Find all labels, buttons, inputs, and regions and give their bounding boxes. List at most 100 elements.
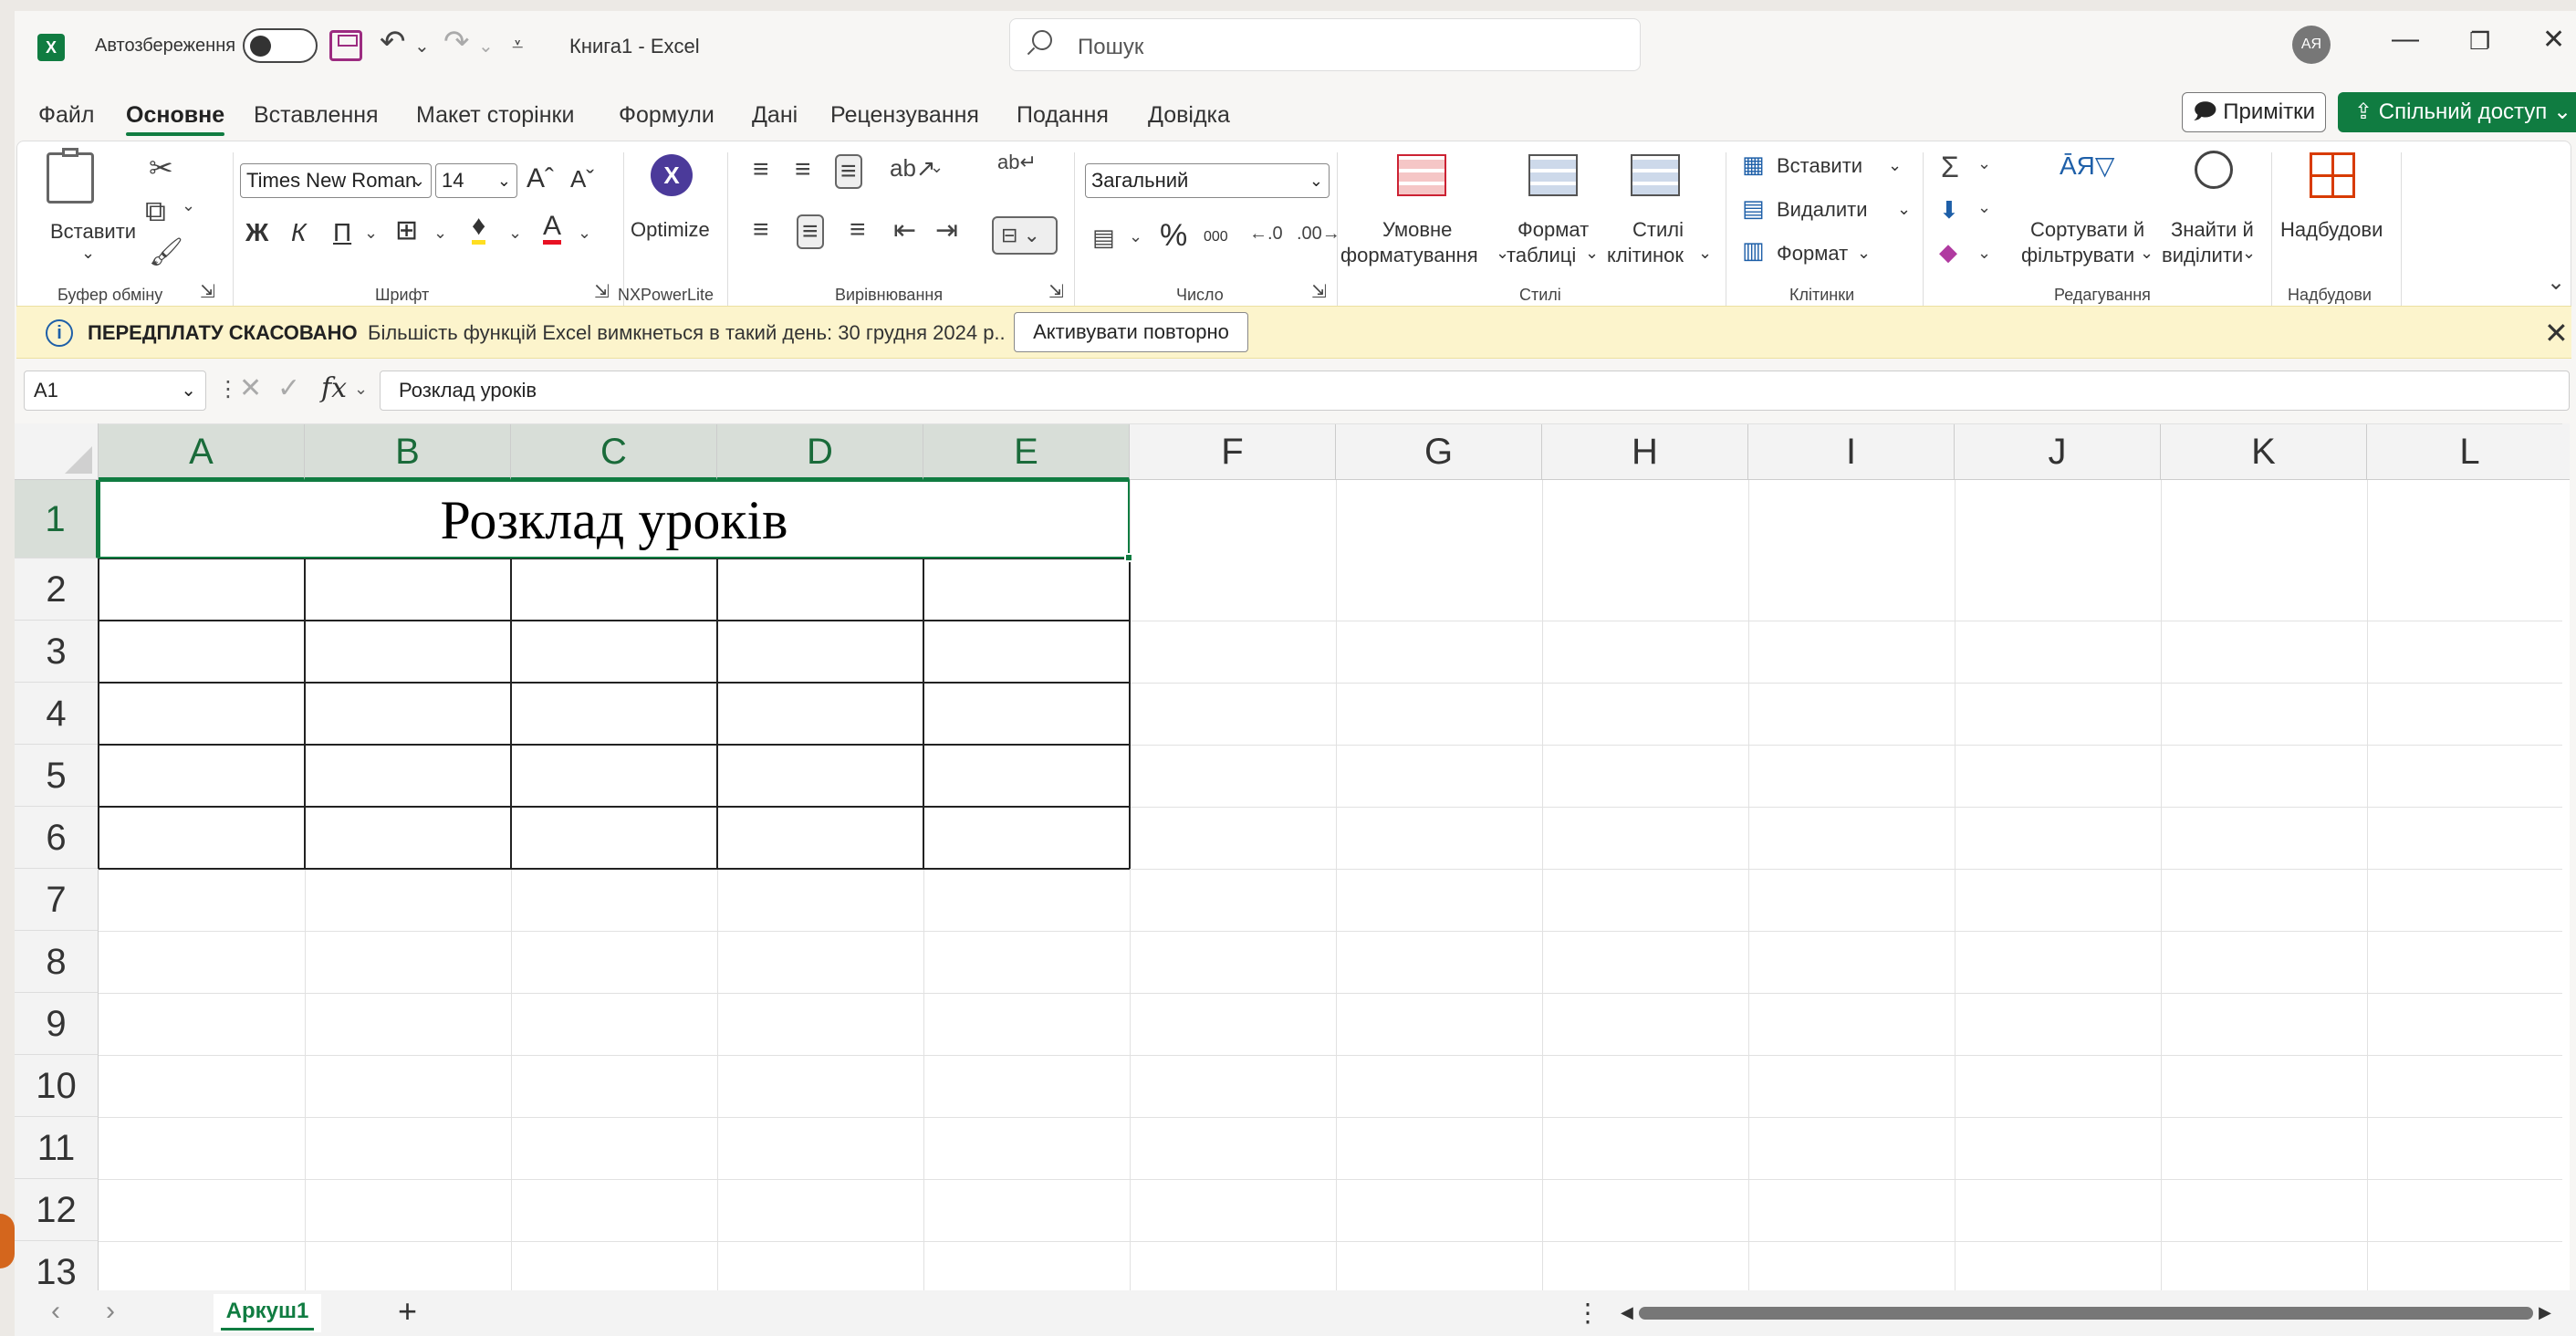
chevron-down-icon[interactable]: ⌄ xyxy=(1698,244,1712,263)
name-box[interactable]: A1 ⌄ xyxy=(24,371,206,411)
sort-filter-label-2[interactable]: фільтрувати xyxy=(2021,244,2134,267)
bold-button[interactable]: Ж xyxy=(245,218,268,247)
clear-icon[interactable]: ◆ xyxy=(1939,238,1957,266)
tab-insert[interactable]: Вставлення xyxy=(254,102,379,129)
format-cells-label[interactable]: Формат xyxy=(1777,242,1848,266)
font-launcher-icon[interactable]: ⇲ xyxy=(594,280,610,303)
cell-styles-label-1[interactable]: Стилі xyxy=(1632,218,1684,242)
column-header-k[interactable]: K xyxy=(2161,423,2367,480)
find-select-icon[interactable] xyxy=(2195,151,2233,189)
worksheet-grid[interactable]: ABCDEFGHIJKL 1 2 3 4 5 6 7 8 9 10 11 12 13 Розклад у… xyxy=(15,423,2570,1290)
borders-dropdown-icon[interactable]: ⌄ xyxy=(433,224,447,243)
tab-page-layout[interactable]: Макет сторінки xyxy=(416,102,574,129)
copy-dropdown-icon[interactable]: ⌄ xyxy=(182,196,195,215)
share-button[interactable]: ⇪ Спільний доступ ⌄ xyxy=(2338,92,2576,132)
format-as-table-label-1[interactable]: Формат xyxy=(1517,218,1589,242)
conditional-formatting-label-2[interactable]: форматування xyxy=(1340,244,1478,267)
column-header-g[interactable]: G xyxy=(1336,423,1542,480)
cancel-icon[interactable]: ✕ xyxy=(239,372,262,404)
fill-dropdown-icon[interactable]: ⌄ xyxy=(1977,198,1991,217)
chevron-down-icon[interactable]: ⌄ xyxy=(1857,244,1871,263)
undo-dropdown-icon[interactable]: ⌄ xyxy=(414,35,430,57)
merged-cell-a1-e1[interactable]: Розклад уроків xyxy=(99,480,1133,562)
clipboard-launcher-icon[interactable]: ⇲ xyxy=(200,280,215,303)
enter-icon[interactable]: ✓ xyxy=(277,372,300,404)
decrease-decimal-icon[interactable]: .00→ xyxy=(1297,224,1340,245)
fx-dropdown-icon[interactable]: ⌄ xyxy=(354,380,368,399)
accounting-format-icon[interactable]: ▤ xyxy=(1092,224,1115,252)
chevron-down-icon[interactable]: ⌄ xyxy=(1888,156,1902,175)
column-header-h[interactable]: H xyxy=(1542,423,1748,480)
row-header-11[interactable]: 11 xyxy=(15,1117,99,1179)
fill-handle[interactable] xyxy=(1124,553,1133,562)
tab-help[interactable]: Довідка xyxy=(1148,102,1230,129)
tab-home[interactable]: Основне xyxy=(126,102,225,136)
decrease-indent-icon[interactable]: ⇤ xyxy=(893,214,916,246)
conditional-formatting-icon[interactable] xyxy=(1397,154,1446,196)
column-header-j[interactable]: J xyxy=(1955,423,2161,480)
row-header-1[interactable]: 1 xyxy=(15,480,99,558)
restore-icon[interactable]: ❐ xyxy=(2469,27,2490,56)
italic-button[interactable]: К xyxy=(291,218,307,247)
underline-dropdown-icon[interactable]: ⌄ xyxy=(364,224,378,243)
chevron-down-icon[interactable]: ⌄ xyxy=(2140,244,2154,263)
paste-label[interactable]: Вставити xyxy=(50,220,136,244)
increase-indent-icon[interactable]: ⇥ xyxy=(935,214,958,246)
fill-color-icon[interactable]: ♦ xyxy=(472,213,486,245)
tab-file[interactable]: Файл xyxy=(38,102,94,129)
tab-review[interactable]: Рецензування xyxy=(830,102,979,129)
cut-icon[interactable]: ✂ xyxy=(149,151,173,185)
copy-icon[interactable]: ⧉ xyxy=(145,194,166,229)
redo-icon[interactable]: ↷ xyxy=(443,24,470,60)
delete-cells-label[interactable]: Видалити xyxy=(1777,198,1868,222)
row-header-5[interactable]: 5 xyxy=(15,745,99,807)
tab-formulas[interactable]: Формули xyxy=(619,102,714,129)
chevron-down-icon[interactable]: ⌄ xyxy=(1897,200,1911,219)
accounting-dropdown-icon[interactable]: ⌄ xyxy=(1129,227,1142,246)
increase-decimal-icon[interactable]: ←.0 xyxy=(1249,224,1283,245)
add-ins-icon[interactable] xyxy=(2310,152,2355,198)
align-middle-icon[interactable]: ≡ xyxy=(795,154,811,185)
sort-filter-icon[interactable]: ĀЯ▽ xyxy=(2060,151,2114,181)
close-window-icon[interactable]: ✕ xyxy=(2542,24,2565,56)
scroll-right-icon[interactable]: ▶ xyxy=(2539,1303,2551,1322)
alignment-launcher-icon[interactable]: ⇲ xyxy=(1048,280,1064,303)
underline-button[interactable]: П xyxy=(333,218,351,247)
merge-center-button[interactable]: ⊟ ⌄ xyxy=(992,216,1058,255)
cell-styles-label-2[interactable]: клітинок xyxy=(1607,244,1684,267)
sort-filter-label-1[interactable]: Сортувати й xyxy=(2030,218,2144,242)
font-name-combo[interactable]: Times New Roman ⌄ xyxy=(240,163,432,198)
format-painter-icon[interactable]: 🖌 xyxy=(149,236,183,268)
tab-view[interactable]: Подання xyxy=(1017,102,1109,129)
column-header-a[interactable]: A xyxy=(99,423,305,480)
collapse-ribbon-icon[interactable]: ⌄ xyxy=(2547,269,2565,296)
save-icon[interactable] xyxy=(329,30,362,61)
tab-data[interactable]: Дані xyxy=(752,102,798,129)
column-header-l[interactable]: L xyxy=(2367,423,2570,480)
minimize-icon[interactable]: — xyxy=(2392,24,2419,55)
formula-input[interactable]: Розклад уроків xyxy=(380,371,2570,411)
align-center-icon[interactable]: ≡ xyxy=(797,214,824,249)
insert-cells-icon[interactable]: ▦ xyxy=(1742,151,1765,179)
row-header-4[interactable]: 4 xyxy=(15,683,99,745)
notes-button[interactable]: 🗩 Примітки xyxy=(2182,92,2326,132)
fill-dropdown-icon[interactable]: ⌄ xyxy=(508,224,522,243)
row-header-2[interactable]: 2 xyxy=(15,558,99,621)
column-header-c[interactable]: C xyxy=(511,423,717,480)
paste-icon[interactable] xyxy=(47,148,94,204)
autosum-dropdown-icon[interactable]: ⌄ xyxy=(1977,154,1991,173)
row-header-7[interactable]: 7 xyxy=(15,869,99,931)
column-header-d[interactable]: D xyxy=(717,423,923,480)
more-options-icon[interactable]: ⋮ xyxy=(217,376,239,402)
find-select-label-1[interactable]: Знайти й xyxy=(2171,218,2254,242)
number-launcher-icon[interactable]: ⇲ xyxy=(1311,280,1327,303)
sheet-tab-1[interactable]: Аркуш1 xyxy=(214,1294,321,1332)
chevron-down-icon[interactable]: ⌄ xyxy=(2242,244,2256,263)
chevron-down-icon[interactable]: ⌄ xyxy=(1585,244,1599,263)
find-select-label-2[interactable]: виділити xyxy=(2162,244,2243,267)
select-all-corner[interactable] xyxy=(15,423,99,480)
avatar[interactable]: АЯ xyxy=(2292,26,2331,64)
format-cells-icon[interactable]: ▥ xyxy=(1742,236,1765,265)
number-format-combo[interactable]: Загальний ⌄ xyxy=(1085,163,1330,198)
align-bottom-icon[interactable]: ≡ xyxy=(835,154,862,189)
